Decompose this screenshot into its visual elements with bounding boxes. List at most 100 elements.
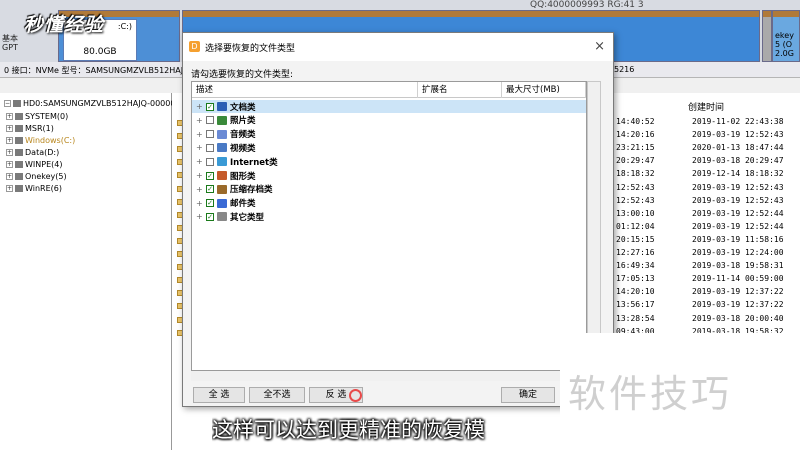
partition-icon xyxy=(15,136,23,144)
photo-icon xyxy=(217,115,227,125)
internet-icon xyxy=(217,157,227,167)
file-type-row[interactable]: + ✓ 压缩存档类 xyxy=(192,183,586,196)
created-time-cell: 2019-11-14 00:59:00 xyxy=(692,274,784,284)
watermark-text: 软件技巧 xyxy=(568,372,733,416)
file-type-checkbox[interactable] xyxy=(206,157,214,166)
column-header-created[interactable]: 创建时间 xyxy=(688,100,724,113)
file-type-label: 邮件类 xyxy=(230,199,256,210)
file-type-row[interactable]: + 视频类 xyxy=(192,141,586,154)
tree-item-onekey[interactable]: + Onekey(5) xyxy=(6,170,67,182)
created-time-cell: 2019-03-19 12:52:43 xyxy=(692,195,784,205)
audio-icon xyxy=(217,129,227,139)
file-type-label: 文档类 xyxy=(230,102,256,113)
created-time-cell: 2019-03-18 19:58:31 xyxy=(692,261,784,271)
file-type-row[interactable]: + ✓ 文档类 xyxy=(192,100,586,113)
expand-icon[interactable]: + xyxy=(196,130,204,139)
expand-icon[interactable]: + xyxy=(6,172,13,180)
expand-icon[interactable]: + xyxy=(6,112,13,120)
qq-contact-text: QQ:4000009993 RG:41 3 xyxy=(530,0,644,10)
created-time-cell: 2019-03-19 12:52:43 xyxy=(692,130,784,140)
partition-icon xyxy=(15,184,23,192)
other-icon xyxy=(217,212,227,222)
expand-icon[interactable]: + xyxy=(196,199,204,208)
click-indicator xyxy=(349,389,362,402)
expand-icon[interactable]: + xyxy=(6,136,13,144)
file-type-checkbox[interactable]: ✓ xyxy=(206,185,214,194)
tree-item-data[interactable]: + Data(D:) xyxy=(6,146,59,158)
dialog-prompt: 请勾选要恢复的文件类型: xyxy=(191,70,294,80)
mail-icon xyxy=(217,198,227,208)
file-type-label: 视频类 xyxy=(230,143,256,154)
file-type-checkbox[interactable] xyxy=(206,143,214,152)
file-type-checkbox[interactable]: ✓ xyxy=(206,102,214,111)
created-time-cell: 2019-03-19 12:37:22 xyxy=(692,300,784,310)
file-type-label: 照片类 xyxy=(230,116,256,127)
created-time-cell: 2020-01-13 18:47:44 xyxy=(692,143,784,153)
tree-item-winre[interactable]: + WinRE(6) xyxy=(6,182,62,194)
tree-item-msr[interactable]: + MSR(1) xyxy=(6,122,54,134)
file-type-checkbox[interactable] xyxy=(206,130,214,139)
expand-icon[interactable]: + xyxy=(196,116,204,125)
file-type-row[interactable]: + 音频类 xyxy=(192,128,586,141)
file-type-label: 音频类 xyxy=(230,130,256,141)
partition-icon xyxy=(15,160,23,168)
modified-time-cell: 23:21:15 xyxy=(616,143,655,153)
modified-time-cell: 20:29:47 xyxy=(616,156,655,166)
partition-icon xyxy=(15,124,23,132)
archive-icon xyxy=(217,184,227,194)
logo-mark: 秒懂经验 xyxy=(24,14,105,36)
file-type-label: 图形类 xyxy=(230,171,256,182)
close-icon[interactable]: × xyxy=(594,39,605,54)
watermark-panel: 软件技巧 xyxy=(560,333,800,450)
created-time-cell: 2019-03-19 12:52:44 xyxy=(692,221,784,231)
collapse-icon[interactable]: − xyxy=(4,99,11,107)
expand-icon[interactable]: + xyxy=(196,102,204,111)
modified-time-cell: 13:00:10 xyxy=(616,208,655,218)
file-type-row[interactable]: + ✓ 其它类型 xyxy=(192,210,586,223)
partition-icon xyxy=(15,172,23,180)
file-type-checkbox[interactable]: ✓ xyxy=(206,199,214,208)
horizontal-scrollbar[interactable] xyxy=(191,371,601,381)
ok-button[interactable]: 确定 xyxy=(501,387,555,403)
expand-icon[interactable]: + xyxy=(6,160,13,168)
file-type-row[interactable]: + Internet类 xyxy=(192,155,586,168)
created-time-cell: 2019-03-19 12:52:44 xyxy=(692,208,784,218)
column-header-extension[interactable]: 扩展名 xyxy=(418,82,502,98)
expand-icon[interactable]: + xyxy=(6,148,13,156)
modified-time-cell: 18:18:32 xyxy=(616,169,655,179)
file-type-row[interactable]: + ✓ 邮件类 xyxy=(192,197,586,210)
tree-item-windows[interactable]: + Windows(C:) xyxy=(6,134,75,146)
modified-time-cell: 14:20:10 xyxy=(616,287,655,297)
modified-time-cell: 12:52:43 xyxy=(616,182,655,192)
partition-tree: − HD0:SAMSUNGMZVLB512HAJQ-00000(47 + SYS… xyxy=(0,93,189,450)
modified-time-cell: 20:15:15 xyxy=(616,234,655,244)
select-all-button[interactable]: 全 选 xyxy=(193,387,245,403)
expand-icon[interactable]: + xyxy=(196,143,204,152)
tree-item-winpe[interactable]: + WINPE(4) xyxy=(6,158,62,170)
file-type-checkbox[interactable]: ✓ xyxy=(206,171,214,180)
expand-icon[interactable]: + xyxy=(6,184,13,192)
expand-icon[interactable]: + xyxy=(196,171,204,180)
expand-icon[interactable]: + xyxy=(196,185,204,194)
dialog-title: 选择要恢复的文件类型 xyxy=(205,44,296,54)
tree-item-system[interactable]: + SYSTEM(0) xyxy=(6,110,68,122)
file-type-checkbox[interactable]: ✓ xyxy=(206,212,214,221)
tree-item-disk[interactable]: − HD0:SAMSUNGMZVLB512HAJQ-00000(47 xyxy=(4,97,189,109)
created-time-cell: 2019-03-18 20:29:47 xyxy=(692,156,784,166)
file-type-checkbox[interactable] xyxy=(206,116,214,125)
expand-icon[interactable]: + xyxy=(196,212,204,221)
file-type-dialog: D 选择要恢复的文件类型 × 请勾选要恢复的文件类型: 描述 扩展名 最大尺寸(… xyxy=(182,32,614,407)
modified-time-cell: 01:12:04 xyxy=(616,221,655,231)
column-header-maxsize[interactable]: 最大尺寸(MB) xyxy=(502,82,586,98)
expand-icon[interactable]: + xyxy=(6,124,13,132)
select-none-button[interactable]: 全不选 xyxy=(249,387,305,403)
created-time-cell: 2019-11-02 22:43:38 xyxy=(692,117,784,126)
partition-onekey[interactable]: ekey 5 (O 2.0G xyxy=(772,10,800,62)
file-type-row[interactable]: + 照片类 xyxy=(192,114,586,127)
file-type-row[interactable]: + ✓ 图形类 xyxy=(192,169,586,182)
modified-time-cell: 13:56:17 xyxy=(616,300,655,310)
partition-small[interactable] xyxy=(762,10,772,62)
expand-icon[interactable]: + xyxy=(196,157,204,166)
vertical-scrollbar[interactable] xyxy=(587,81,601,371)
column-header-description[interactable]: 描述 xyxy=(192,82,418,98)
